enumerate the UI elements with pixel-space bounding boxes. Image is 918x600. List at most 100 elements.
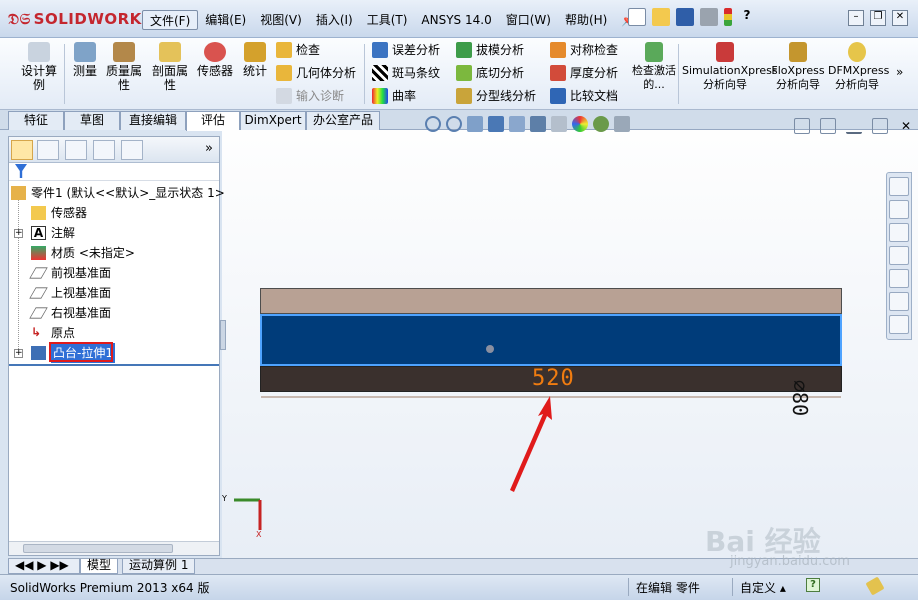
dfmxpress-button[interactable]: DFMXpress 分析向导 — [828, 42, 889, 92]
design-library-icon[interactable] — [889, 200, 909, 219]
import-diagnostics-button[interactable]: 输入诊断 — [276, 86, 344, 106]
tree-item-boss-extrude[interactable]: + 凸台-拉伸1 — [9, 343, 219, 363]
compare-documents-button[interactable]: 比较文档 — [550, 86, 618, 106]
tile-view-icon[interactable] — [794, 118, 810, 134]
open-folder-icon[interactable] — [652, 8, 670, 26]
expand-icon[interactable]: + — [14, 229, 23, 238]
model-top-face[interactable] — [260, 288, 842, 314]
tab-features[interactable]: 特征 — [8, 111, 64, 130]
check-button[interactable]: 检查 — [276, 40, 320, 60]
menu-file[interactable]: 文件(F) — [142, 10, 199, 30]
featuremanager-tab-icon[interactable] — [11, 140, 33, 160]
help-question-icon[interactable]: ? — [738, 8, 756, 26]
tab-sketch[interactable]: 草图 — [64, 111, 120, 130]
rollback-bar[interactable] — [9, 364, 219, 366]
forum-icon[interactable] — [889, 315, 909, 334]
symmetry-check-button[interactable]: 对称检查 — [550, 40, 618, 60]
tab-dimxpert[interactable]: DimXpert — [240, 111, 306, 130]
model-selected-face[interactable] — [260, 314, 842, 366]
deviation-analysis-button[interactable]: 误差分析 — [372, 40, 440, 60]
draft-analysis-button[interactable]: 拔模分析 — [456, 40, 524, 60]
view-orientation-icon[interactable] — [509, 116, 525, 132]
simulationxpress-button[interactable]: SimulationXpress 分析向导 — [682, 42, 778, 92]
tree-item-origin[interactable]: ↳ 原点 — [9, 323, 219, 343]
zoom-to-fit-icon[interactable] — [425, 116, 441, 132]
scrollbar-thumb[interactable] — [23, 544, 173, 553]
menu-insert[interactable]: 插入(I) — [309, 10, 360, 30]
menu-ansys[interactable]: ANSYS 14.0 — [414, 10, 498, 30]
section-properties-button[interactable]: 剖面属性 — [148, 42, 192, 92]
sensor-button[interactable]: 传感器 — [194, 42, 236, 78]
propertymanager-tab-icon[interactable] — [37, 140, 59, 160]
previous-view-icon[interactable] — [467, 116, 483, 132]
tree-item-sensors[interactable]: 传感器 — [9, 203, 219, 223]
floxpress-button[interactable]: FloXpress 分析向导 — [770, 42, 826, 92]
custom-properties-icon[interactable] — [889, 292, 909, 311]
mass-properties-button[interactable]: 质量属性 — [102, 42, 146, 92]
print-icon[interactable] — [700, 8, 718, 26]
tab-direct-editing[interactable]: 直接编辑 — [120, 111, 186, 130]
units-dropdown[interactable]: 自定义 ▴ — [740, 579, 786, 596]
solidworks-logo[interactable]: 𝔇𝔖 SOLIDWORKS — [8, 10, 153, 28]
tree-item-part[interactable]: 零件1 (默认<<默认>_显示状态 1> — [9, 183, 225, 203]
display-style-icon[interactable] — [530, 116, 546, 132]
ribbon-more-chevron-icon[interactable]: » — [896, 62, 903, 82]
rebuild-traffic-light-icon[interactable] — [724, 8, 732, 26]
zebra-stripes-button[interactable]: 斑马条纹 — [372, 63, 440, 83]
configurationmanager-tab-icon[interactable] — [65, 140, 87, 160]
dimension-diameter-label[interactable]: ⌀80 — [788, 380, 812, 416]
section-view-icon[interactable] — [488, 116, 504, 132]
menu-tools[interactable]: 工具(T) — [360, 10, 415, 30]
displaymanager-tab-icon[interactable] — [121, 140, 143, 160]
menu-edit[interactable]: 编辑(E) — [198, 10, 253, 30]
viewport-close-icon[interactable]: ✕ — [898, 118, 914, 134]
tab-office-products[interactable]: 办公室产品 — [306, 111, 380, 130]
new-document-icon[interactable] — [628, 8, 646, 26]
zoom-to-area-icon[interactable] — [446, 116, 462, 132]
hide-show-items-icon[interactable] — [551, 116, 567, 132]
menu-view[interactable]: 视图(V) — [253, 10, 309, 30]
dimension-length-label[interactable]: 520 — [532, 366, 575, 391]
expand-icon[interactable]: + — [14, 349, 23, 358]
viewport-minimize-icon[interactable] — [846, 118, 862, 134]
close-button[interactable]: ✕ — [892, 10, 908, 26]
dimxpertmanager-tab-icon[interactable] — [93, 140, 115, 160]
rebuild-status-icon[interactable] — [865, 576, 885, 596]
tab-scroll-arrows[interactable]: ◀◀ ▶ ▶▶ — [8, 559, 80, 574]
edit-appearance-icon[interactable] — [572, 116, 588, 132]
check-active-button[interactable]: 检查激活的... — [632, 42, 676, 92]
undercut-analysis-button[interactable]: 底切分析 — [456, 63, 524, 83]
panel-expand-chevron-icon[interactable]: » — [205, 141, 213, 156]
measure-button[interactable]: 测量 — [68, 42, 102, 78]
restore-button[interactable]: ❐ — [870, 10, 886, 26]
save-icon[interactable] — [676, 8, 694, 26]
apply-scene-icon[interactable] — [593, 116, 609, 132]
tab-model[interactable]: 模型 — [80, 559, 119, 574]
statistics-button[interactable]: 统计 — [240, 42, 270, 78]
menu-window[interactable]: 窗口(W) — [499, 10, 558, 30]
solidworks-resources-icon[interactable] — [889, 177, 909, 196]
parting-line-analysis-button[interactable]: 分型线分析 — [456, 86, 536, 106]
tree-item-top-plane[interactable]: 上视基准面 — [9, 283, 219, 303]
design-study-button[interactable]: 设计算例 — [16, 42, 62, 92]
tree-item-front-plane[interactable]: 前视基准面 — [9, 263, 219, 283]
appearances-scenes-icon[interactable] — [889, 269, 909, 288]
viewport-restore-icon[interactable] — [872, 118, 888, 134]
panel-splitter-handle[interactable] — [220, 320, 226, 350]
menu-help[interactable]: 帮助(H) — [558, 10, 614, 30]
geometry-analysis-button[interactable]: 几何体分析 — [276, 63, 356, 83]
curvature-button[interactable]: 曲率 — [372, 86, 416, 106]
view-palette-icon[interactable] — [889, 246, 909, 265]
quick-tips-icon[interactable]: ? — [806, 578, 820, 592]
tree-item-annotations[interactable]: + A 注解 — [9, 223, 219, 243]
minimize-button[interactable]: – — [848, 10, 864, 26]
view-settings-icon[interactable] — [614, 116, 630, 132]
tab-evaluate[interactable]: 评估 — [186, 111, 240, 131]
horizontal-scrollbar[interactable] — [9, 541, 219, 555]
tab-motion-study[interactable]: 运动算例 1 — [122, 559, 196, 574]
tree-item-material[interactable]: 材质 <未指定> — [9, 243, 219, 263]
tree-filter[interactable] — [9, 163, 219, 181]
split-view-icon[interactable] — [820, 118, 836, 134]
file-explorer-icon[interactable] — [889, 223, 909, 242]
tree-item-right-plane[interactable]: 右视基准面 — [9, 303, 219, 323]
